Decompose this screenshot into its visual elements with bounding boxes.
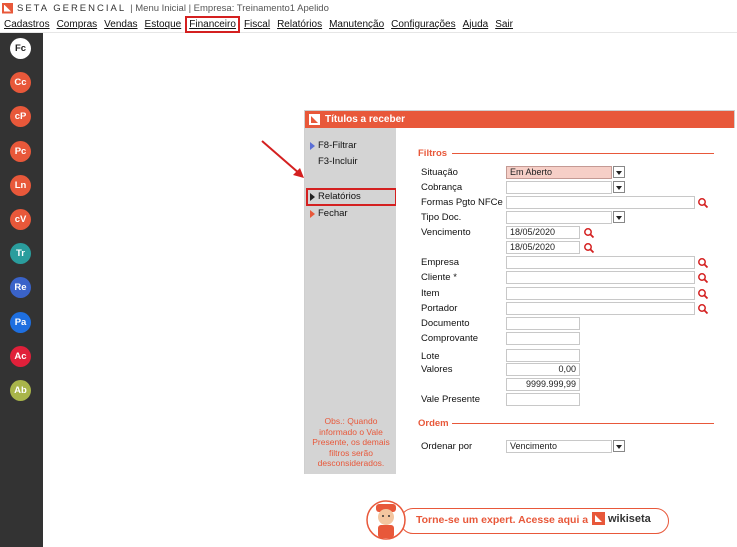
ordenar-label: Ordenar por xyxy=(421,441,473,452)
menu-bar: Cadastros Compras Vendas Estoque Financeiro F… xyxy=(0,15,737,33)
window-logo-icon xyxy=(309,114,320,125)
seta-logo-icon xyxy=(2,2,13,14)
menu-ajuda[interactable]: Ajuda xyxy=(463,19,489,30)
relatorios-button[interactable]: Relatórios xyxy=(310,191,361,202)
formas-input[interactable] xyxy=(506,196,695,209)
title-bar: SETA GERENCIAL | Menu Inicial | Empresa:… xyxy=(0,0,737,16)
sidebar-shortcut-cc[interactable]: Cc xyxy=(10,72,31,94)
ordenar-select[interactable]: Vencimento xyxy=(506,440,612,453)
vencimento-ate-search-icon[interactable] xyxy=(583,242,595,254)
valor-min-input[interactable]: 0,00 xyxy=(506,363,580,376)
obs-note: Obs.: Quando informado o Vale Presente, … xyxy=(312,416,390,468)
filters-panel: Filtros Situação Em Aberto Cobrança Form… xyxy=(396,128,735,474)
item-search-icon[interactable] xyxy=(697,288,709,300)
sidebar-shortcut-tr[interactable]: Tr xyxy=(10,243,31,265)
wikiseta-banner[interactable]: Torne-se um expert. Acesse aqui a wikise… xyxy=(364,498,670,543)
sidebar: Fc Cc cP Pc Ln cV Tr Re Pa Ac Ab xyxy=(0,33,43,547)
ordem-heading: Ordem xyxy=(418,418,449,429)
situacao-label: Situação xyxy=(421,167,458,178)
menu-vendas[interactable]: Vendas xyxy=(104,19,137,30)
lote-label: Lote xyxy=(421,351,440,362)
filtros-heading: Filtros xyxy=(418,148,448,159)
vencimento-label: Vencimento xyxy=(421,227,471,238)
empresa-input[interactable] xyxy=(506,256,695,269)
comprovante-label: Comprovante xyxy=(421,333,479,344)
banner-text: Torne-se um expert. Acesse aqui a xyxy=(416,514,589,526)
sidebar-shortcut-cv[interactable]: cV xyxy=(10,209,31,230)
menu-manutencao[interactable]: Manutenção xyxy=(329,19,384,30)
vencimento-de-input[interactable]: 18/05/2020 xyxy=(506,226,580,239)
formas-label: Formas Pgto NFCe xyxy=(421,197,503,208)
app-context: | Menu Inicial | Empresa: Treinamento1 A… xyxy=(130,2,329,14)
documento-input[interactable] xyxy=(506,317,580,330)
menu-financeiro[interactable]: Financeiro xyxy=(185,15,240,33)
documento-label: Documento xyxy=(421,318,470,329)
vencimento-de-search-icon[interactable] xyxy=(583,227,595,239)
sidebar-shortcut-fc[interactable]: Fc xyxy=(10,38,31,59)
annotation-arrow-icon xyxy=(261,140,304,178)
valores-label: Valores xyxy=(421,364,453,375)
menu-estoque[interactable]: Estoque xyxy=(145,19,182,30)
close-arrow-icon xyxy=(310,209,315,218)
vencimento-ate-input[interactable]: 18/05/2020 xyxy=(506,241,580,254)
cliente-label: Cliente * xyxy=(421,272,457,283)
ordenar-dropdown-icon[interactable] xyxy=(613,440,625,452)
cliente-input[interactable] xyxy=(506,271,695,284)
cliente-search-icon[interactable] xyxy=(697,272,709,284)
sidebar-shortcut-cp[interactable]: cP xyxy=(10,106,31,128)
relatorios-arrow-icon xyxy=(310,192,315,201)
situacao-select[interactable]: Em Aberto xyxy=(506,166,612,179)
include-arrow-icon xyxy=(310,158,315,166)
menu-sair[interactable]: Sair xyxy=(495,19,513,30)
fechar-button[interactable]: Fechar xyxy=(310,208,348,219)
tipo-doc-dropdown-icon[interactable] xyxy=(613,211,625,223)
filter-arrow-icon xyxy=(310,141,315,150)
titulos-receber-window: Títulos a receber F8-Filtrar F3-Incluir … xyxy=(304,110,735,474)
empresa-label: Empresa xyxy=(421,257,460,268)
filtros-divider xyxy=(452,153,714,154)
portador-input[interactable] xyxy=(506,302,695,315)
tipo-doc-select[interactable] xyxy=(506,211,612,224)
menu-compras[interactable]: Compras xyxy=(57,19,98,30)
sidebar-shortcut-ac[interactable]: Ac xyxy=(10,345,31,367)
filtrar-button[interactable]: F8-Filtrar xyxy=(310,140,357,151)
portador-label: Portador xyxy=(421,303,458,314)
menu-configuracoes[interactable]: Configurações xyxy=(391,19,455,30)
vale-presente-input[interactable] xyxy=(506,393,580,406)
formas-search-icon[interactable] xyxy=(697,197,709,209)
actions-panel: F8-Filtrar F3-Incluir Relatórios Fechar … xyxy=(305,128,397,474)
portador-search-icon[interactable] xyxy=(697,303,709,315)
menu-relatorios[interactable]: Relatórios xyxy=(277,19,322,30)
lote-input[interactable] xyxy=(506,349,580,362)
incluir-button[interactable]: F3-Incluir xyxy=(310,156,358,167)
item-label: Item xyxy=(421,288,440,299)
tipo-doc-label: Tipo Doc. xyxy=(421,212,462,223)
ordem-divider xyxy=(452,423,714,424)
sidebar-shortcut-ln[interactable]: Ln xyxy=(10,174,31,196)
wikiseta-logo-icon xyxy=(592,512,605,525)
window-title: Títulos a receber xyxy=(325,114,406,125)
cobranca-label: Cobrança xyxy=(421,182,463,193)
cobranca-dropdown-icon[interactable] xyxy=(613,181,625,193)
situacao-dropdown-icon[interactable] xyxy=(613,166,625,178)
menu-fiscal[interactable]: Fiscal xyxy=(244,19,270,30)
menu-cadastros[interactable]: Cadastros xyxy=(4,19,50,30)
wikiseta-logo: wikiseta xyxy=(592,512,651,525)
vale-presente-label: Vale Presente xyxy=(421,394,480,405)
mascot-icon xyxy=(366,500,406,540)
window-titlebar: Títulos a receber xyxy=(305,111,734,128)
item-input[interactable] xyxy=(506,287,695,300)
comprovante-input[interactable] xyxy=(506,332,580,345)
wikiseta-brand: wikiseta xyxy=(608,512,651,525)
sidebar-shortcut-re[interactable]: Re xyxy=(10,277,31,299)
sidebar-shortcut-ab[interactable]: Ab xyxy=(10,380,31,401)
valor-max-input[interactable]: 9999.999,99 xyxy=(506,378,580,391)
cobranca-select[interactable] xyxy=(506,181,612,194)
empresa-search-icon[interactable] xyxy=(697,257,709,269)
sidebar-shortcut-pa[interactable]: Pa xyxy=(10,311,31,333)
sidebar-shortcut-pc[interactable]: Pc xyxy=(10,140,31,162)
app-brand: SETA GERENCIAL xyxy=(17,2,127,14)
